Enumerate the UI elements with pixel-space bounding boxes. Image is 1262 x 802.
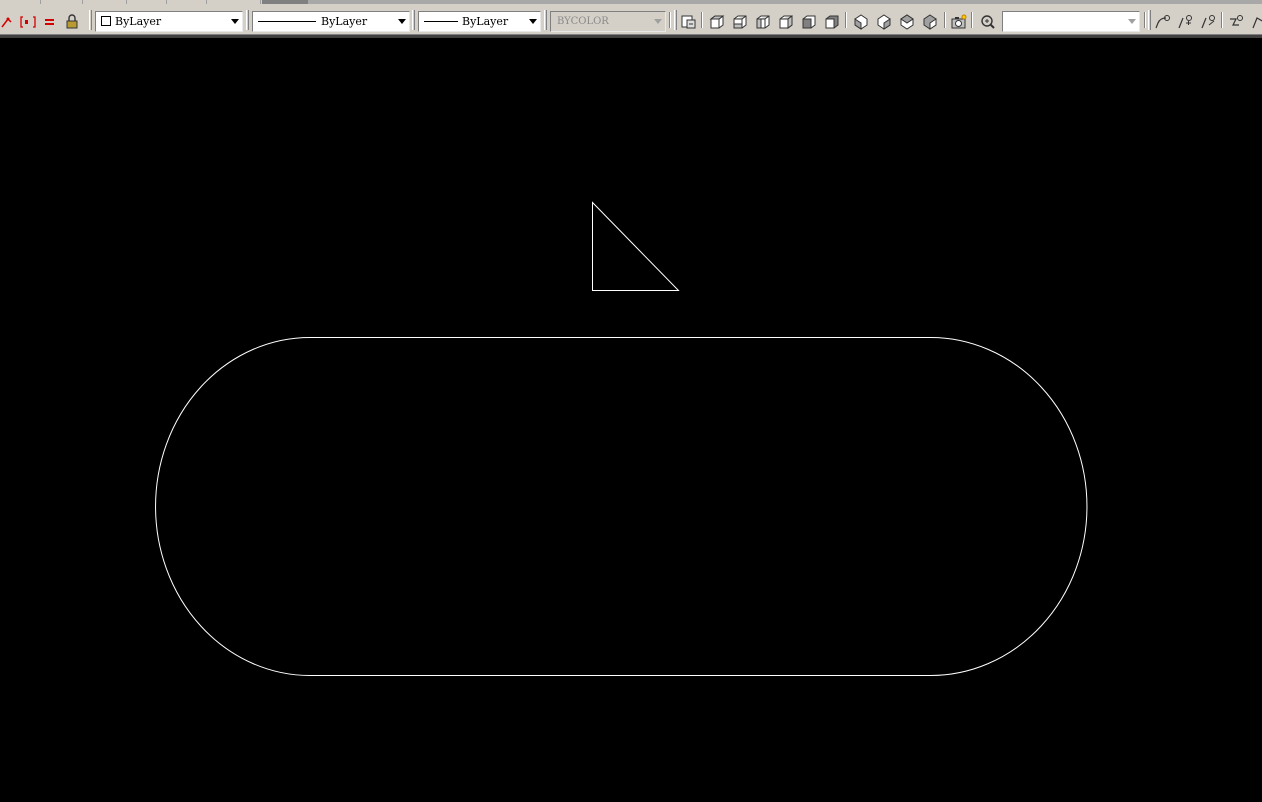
top-view-icon[interactable]	[708, 13, 726, 31]
chevron-down-icon	[398, 19, 406, 24]
properties-toolbar: ByLayer ByLayer ByLayer BYCOLOR	[0, 4, 1262, 35]
linetype-combo[interactable]: ByLayer	[418, 11, 541, 32]
chevron-down-icon	[529, 19, 537, 24]
named-view-combo[interactable]	[1002, 11, 1140, 32]
layer-combo-value: ByLayer	[115, 15, 162, 28]
toolbar-grip[interactable]	[674, 10, 677, 30]
lock-icon[interactable]	[63, 13, 81, 31]
toolbar-separator	[701, 12, 703, 28]
linetype-combo-value: ByLayer	[462, 15, 509, 28]
chevron-down-icon	[231, 19, 239, 24]
layer-combo[interactable]: ByLayer	[95, 11, 243, 32]
toolbar-separator	[944, 12, 946, 28]
camera-icon[interactable]	[950, 13, 968, 31]
layer-isolate-icon[interactable]	[19, 13, 37, 31]
color-swatch	[101, 16, 111, 26]
toolbar-grip[interactable]	[544, 10, 547, 30]
ucs-x-icon[interactable]	[1176, 13, 1194, 31]
ucs-3point-icon[interactable]	[1250, 13, 1262, 31]
lineweight-combo: BYCOLOR	[550, 11, 666, 32]
se-iso-view-icon[interactable]	[875, 13, 893, 31]
drawing-canvas[interactable]	[0, 38, 1262, 798]
toolbar-grip[interactable]	[412, 10, 415, 30]
triangle-entity[interactable]	[592, 201, 680, 291]
toolbar-separator	[669, 12, 671, 28]
front-view-icon[interactable]	[800, 13, 818, 31]
color-combo[interactable]: ByLayer	[252, 11, 410, 32]
lineweight-combo-value: BYCOLOR	[557, 16, 609, 27]
nw-iso-view-icon[interactable]	[921, 13, 939, 31]
toolbar-grip[interactable]	[246, 10, 249, 30]
color-combo-value: ByLayer	[321, 15, 368, 28]
left-view-icon[interactable]	[754, 13, 772, 31]
drawing-svg	[155, 201, 1088, 676]
chevron-down-icon	[1128, 19, 1136, 24]
chevron-down-icon	[654, 19, 662, 24]
toolbar-separator	[1221, 12, 1223, 28]
named-views-icon[interactable]	[680, 13, 698, 31]
layer-equal-icon[interactable]	[41, 13, 59, 31]
toolbar-separator	[971, 12, 973, 28]
ucs-origin-icon[interactable]	[1153, 13, 1171, 31]
ucs-icon[interactable]	[979, 13, 997, 31]
ne-iso-view-icon[interactable]	[898, 13, 916, 31]
ucs-y-icon[interactable]	[1199, 13, 1217, 31]
ucs-z-icon[interactable]	[1227, 13, 1245, 31]
bottom-view-icon[interactable]	[731, 13, 749, 31]
line-sample	[424, 21, 458, 22]
toolbar-separator	[1144, 12, 1146, 28]
line-sample	[258, 21, 316, 22]
toolbar-grip[interactable]	[1148, 10, 1151, 30]
slot-entity[interactable]	[155, 337, 1088, 676]
back-view-icon[interactable]	[823, 13, 841, 31]
sw-iso-view-icon[interactable]	[852, 13, 870, 31]
match-layer-icon[interactable]	[0, 13, 18, 31]
right-view-icon[interactable]	[777, 13, 795, 31]
toolbar-grip[interactable]	[89, 10, 92, 30]
toolbar-separator	[845, 12, 847, 28]
